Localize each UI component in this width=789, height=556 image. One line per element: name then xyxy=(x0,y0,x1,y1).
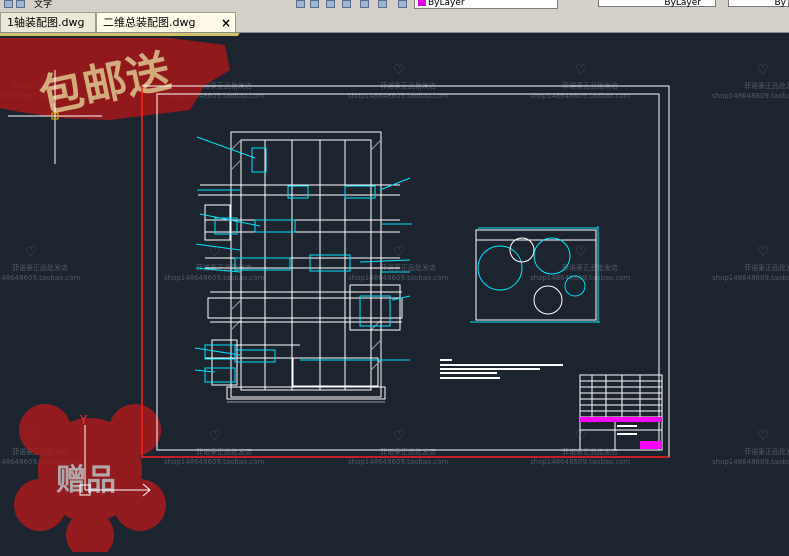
watermark-heart-icon: ♡ xyxy=(575,245,587,260)
flower-text: 赠品 xyxy=(56,463,116,498)
watermark-heart-icon: ♡ xyxy=(575,63,587,78)
linetype-combo-value: ByLayer xyxy=(664,0,701,8)
watermark-line2: shop148648609.taobao.com xyxy=(164,274,265,282)
layer-color-swatch xyxy=(418,0,426,6)
close-icon[interactable]: × xyxy=(221,13,231,33)
tab-file-2[interactable]: 二维总装配图.dwg × xyxy=(96,12,236,32)
watermark-heart-icon: ♡ xyxy=(393,63,405,78)
linetype-combo[interactable]: ByLayer xyxy=(598,0,716,8)
watermark-line1: 菲诺豪正品批发店 xyxy=(12,263,68,272)
layer-combo-value: ByLayer xyxy=(428,0,465,8)
watermark-line2: shop148648609.taobao.com xyxy=(164,458,265,466)
tab-label: 二维总装配图.dwg xyxy=(103,16,196,29)
watermark-line2: shop148648609.taobao.com xyxy=(348,92,449,100)
watermark-line2: shop148648609.taobao.com xyxy=(712,274,789,282)
toolbar-icon[interactable] xyxy=(326,0,335,8)
watermark-heart-icon: ♡ xyxy=(757,429,769,444)
watermark-heart-icon: ♡ xyxy=(757,245,769,260)
watermark-line1: 菲诺豪正品批发店 xyxy=(380,447,436,456)
toolbar-icon[interactable] xyxy=(310,0,319,8)
watermark-line2: shop148648609.taobao.com xyxy=(0,274,81,282)
toolbar-icon[interactable] xyxy=(342,0,351,8)
tab-file-1[interactable]: 1轴装配图.dwg xyxy=(0,12,96,32)
watermark-line1: 菲诺豪正品批发店 xyxy=(744,447,789,456)
watermark-line1: 菲诺豪正品批发店 xyxy=(744,81,789,90)
drawing-canvas[interactable]: ♡ 菲诺豪正品批发店 shop148648609.taobao.com ♡ 菲诺豪正品批… xyxy=(0,32,789,556)
watermark-heart-icon: ♡ xyxy=(757,63,769,78)
lineweight-combo-value: By xyxy=(774,0,786,8)
watermark-line2: shop148648609.taobao.com xyxy=(530,458,631,466)
watermark-line2: shop148648609.taobao.com xyxy=(530,92,631,100)
toolbar-icon[interactable] xyxy=(296,0,305,8)
watermark-line1: 菲诺豪正品批发店 xyxy=(196,447,252,456)
watermark-line1: 菲诺豪正品批发店 xyxy=(562,447,618,456)
model-space: ♡ 菲诺豪正品批发店 shop148648609.taobao.com ♡ 菲诺豪正品批… xyxy=(0,32,789,556)
watermark-heart-icon: ♡ xyxy=(393,429,405,444)
ucs-y-label: Y xyxy=(79,413,88,427)
watermark-heart-icon: ♡ xyxy=(209,429,221,444)
watermark-line2: shop148648609.taobao.com xyxy=(348,274,449,282)
toolbar-icon[interactable] xyxy=(16,0,25,8)
layer-combo[interactable]: ByLayer xyxy=(414,0,558,9)
watermark-heart-icon: ♡ xyxy=(25,245,37,260)
watermark-line2: shop148648609.taobao.com xyxy=(712,458,789,466)
watermark-heart-icon: ♡ xyxy=(575,429,587,444)
watermark-line2: shop148648609.taobao.com xyxy=(712,92,789,100)
toolbar-icon[interactable] xyxy=(4,0,13,8)
tab-label: 1轴装配图.dwg xyxy=(7,16,85,29)
file-tab-bar: 1轴装配图.dwg 二维总装配图.dwg × xyxy=(0,9,789,33)
lineweight-combo[interactable]: By xyxy=(728,0,789,8)
watermark-line2: shop148648609.taobao.com xyxy=(348,458,449,466)
toolbar-icon[interactable] xyxy=(398,0,407,8)
toolbar-icon[interactable] xyxy=(378,0,387,8)
watermark-line1: 菲诺豪正品批发店 xyxy=(744,263,789,272)
toolbar-icon[interactable] xyxy=(360,0,369,8)
watermark-line1: 菲诺豪正品批发店 xyxy=(562,263,618,272)
